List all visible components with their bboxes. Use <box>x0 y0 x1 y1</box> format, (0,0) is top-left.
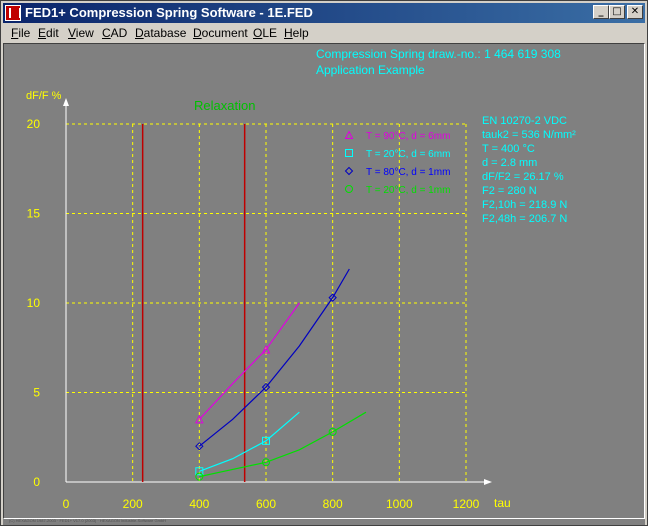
legend-label: T = 20°C, d = 6mm <box>366 149 450 160</box>
menu-bar: File Edit View CAD Database Document OLE… <box>3 24 645 42</box>
status-text: (C) HEXAGON 1987-2003 · FED1+ V17.0 (200… <box>9 518 167 523</box>
menu-edit[interactable]: Edit <box>38 26 59 40</box>
x-tick-label: 400 <box>189 497 209 511</box>
menu-database[interactable]: Database <box>135 26 186 40</box>
drawing-header: Compression Spring draw.-no.: 1 464 619 … <box>316 47 561 61</box>
spring-parameters-panel: EN 10270-2 VDC tauk2 = 536 N/mm² T = 400… <box>482 115 576 225</box>
series-line <box>198 268 350 447</box>
series-line <box>199 411 367 478</box>
x-tick-label: 1200 <box>453 497 480 511</box>
y-tick-label: 10 <box>27 296 41 310</box>
info-line: tauk2 = 536 N/mm² <box>482 129 576 141</box>
window-title: FED1+ Compression Spring Software - 1E.F… <box>25 5 313 20</box>
legend-label: T = 80°C, d = 1mm <box>366 167 450 178</box>
y-tick-label: 15 <box>27 207 41 221</box>
x-tick-label: 1000 <box>386 497 413 511</box>
menu-view[interactable]: View <box>68 26 94 40</box>
title-bar[interactable]: FED1+ Compression Spring Software - 1E.F… <box>3 3 645 23</box>
info-line: d = 2.8 mm <box>482 157 537 169</box>
info-line: EN 10270-2 VDC <box>482 115 567 127</box>
status-bar: (C) HEXAGON 1987-2003 · FED1+ V17.0 (200… <box>3 518 645 525</box>
x-tick-label: 800 <box>323 497 343 511</box>
info-line: F2,48h = 206.7 N <box>482 213 567 225</box>
triangle-marker <box>344 130 354 139</box>
info-line: T = 400 °C <box>482 143 535 155</box>
menu-help[interactable]: Help <box>284 26 309 40</box>
info-line: dF/F2 = 26.17 % <box>482 171 564 183</box>
menu-cad[interactable]: CAD <box>102 26 127 40</box>
y-tick-label: 0 <box>33 475 40 489</box>
x-axis-label: tau <box>494 496 511 510</box>
minimize-button[interactable]: _ <box>593 5 609 19</box>
x-tick-label: 0 <box>63 497 70 511</box>
application-window: FED1+ Compression Spring Software - 1E.F… <box>0 0 648 526</box>
x-tick-label: 200 <box>123 497 143 511</box>
info-line: F2 = 280 N <box>482 185 537 197</box>
chart-pane: Compression Spring draw.-no.: 1 464 619 … <box>3 43 645 519</box>
y-tick-label: 5 <box>33 386 40 400</box>
circle-marker <box>345 185 353 193</box>
menu-document[interactable]: Document <box>193 26 248 40</box>
application-example-label: Application Example <box>316 63 425 77</box>
chart-title: Relaxation <box>194 98 255 113</box>
y-axis-label: dF/F % <box>26 90 62 102</box>
maximize-button[interactable]: □ <box>609 5 625 19</box>
series-line <box>198 302 300 420</box>
close-button[interactable]: ✕ <box>627 5 643 19</box>
menu-ole[interactable]: OLE <box>253 26 277 40</box>
relaxation-chart: Compression Spring draw.-no.: 1 464 619 … <box>26 47 576 511</box>
diamond-marker <box>344 166 354 176</box>
series-line <box>199 411 300 472</box>
legend-label: T = 90°C, d = 6mm <box>366 131 450 142</box>
x-tick-label: 600 <box>256 497 276 511</box>
app-icon[interactable] <box>5 5 21 21</box>
x-axis-arrow <box>484 479 492 485</box>
menu-file[interactable]: File <box>11 26 30 40</box>
square-marker <box>345 149 353 157</box>
y-axis-arrow <box>63 98 69 106</box>
info-line: F2,10h = 218.9 N <box>482 199 567 211</box>
legend-label: T = 20°C, d = 1mm <box>366 185 450 196</box>
legend: T = 90°C, d = 6mm T = 20°C, d = 6mm T = 80… <box>344 130 450 196</box>
y-tick-label: 20 <box>27 117 41 131</box>
